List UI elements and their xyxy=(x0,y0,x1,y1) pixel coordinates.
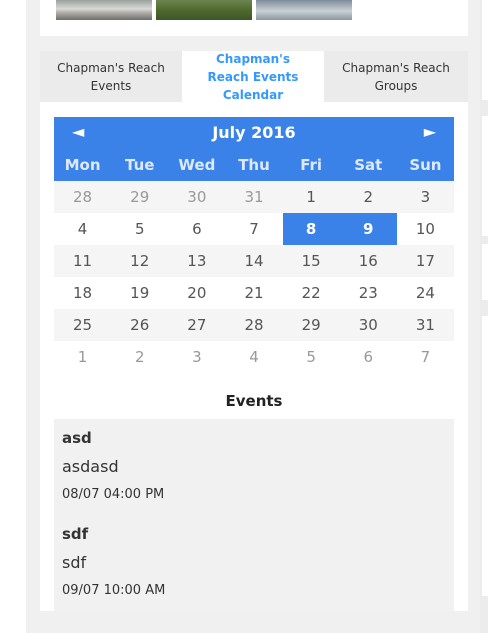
weekday-label: Sun xyxy=(409,156,442,174)
calendar-day[interactable]: 25 xyxy=(54,309,111,341)
calendar-day[interactable]: 22 xyxy=(283,277,340,309)
event-description: asdasd xyxy=(62,457,119,476)
calendar-day[interactable]: 11 xyxy=(54,245,111,277)
calendar-day[interactable]: 6 xyxy=(340,341,397,373)
calendar-day[interactable]: 15 xyxy=(283,245,340,277)
calendar-week-row: 18 19 20 21 22 23 24 xyxy=(54,277,454,309)
calendar-day[interactable]: 20 xyxy=(168,277,225,309)
events-list: asd asdasd 08/07 04:00 PM sdf sdf 09/07 … xyxy=(54,419,454,611)
calendar-day[interactable]: 3 xyxy=(168,341,225,373)
calendar-week-row: 11 12 13 14 15 16 17 xyxy=(54,245,454,277)
calendar-day[interactable]: 6 xyxy=(168,213,225,245)
calendar-day[interactable]: 12 xyxy=(111,245,168,277)
calendar-day[interactable]: 26 xyxy=(111,309,168,341)
calendar-day[interactable]: 3 xyxy=(397,181,454,213)
weekday-label: Thu xyxy=(238,156,270,174)
calendar-day[interactable]: 19 xyxy=(111,277,168,309)
calendar-day[interactable]: 21 xyxy=(225,277,282,309)
calendar-day[interactable]: 1 xyxy=(54,341,111,373)
gallery-thumbnail[interactable] xyxy=(256,0,352,20)
calendar-day-with-event[interactable]: 8 xyxy=(282,213,340,245)
calendar-day[interactable]: 14 xyxy=(225,245,282,277)
photo-gallery xyxy=(40,0,468,36)
left-sidebar-strip xyxy=(0,0,26,633)
events-heading: Events xyxy=(225,392,283,410)
event-name: asd xyxy=(62,429,92,447)
calendar-day[interactable]: 2 xyxy=(111,341,168,373)
gallery-thumbnail[interactable] xyxy=(56,0,152,20)
tab-events-calendar[interactable]: Chapman's Reach Events Calendar xyxy=(182,51,324,102)
calendar-day[interactable]: 28 xyxy=(54,181,111,213)
tab-bar: Chapman's Reach Events Chapman's Reach E… xyxy=(40,51,468,102)
events-panel: Chapman's Reach Events Chapman's Reach E… xyxy=(40,51,468,611)
calendar-day[interactable]: 28 xyxy=(225,309,282,341)
calendar-day[interactable]: 30 xyxy=(168,181,225,213)
calendar-week-row: 1234567 xyxy=(54,341,454,373)
weekday-label: Sat xyxy=(354,156,383,174)
event-name: sdf xyxy=(62,525,89,543)
calendar-day[interactable]: 2 xyxy=(340,181,397,213)
calendar-month-title: July 2016 xyxy=(212,123,296,142)
calendar-day[interactable]: 31 xyxy=(397,309,454,341)
calendar-day[interactable]: 7 xyxy=(397,341,454,373)
calendar-day[interactable]: 7 xyxy=(225,213,282,245)
gallery-thumbnail[interactable] xyxy=(156,0,252,20)
weekday-label: Fri xyxy=(300,156,323,174)
event-item[interactable]: asd asdasd 08/07 04:00 PM xyxy=(54,419,454,515)
calendar-day[interactable]: 29 xyxy=(111,181,168,213)
tab-groups[interactable]: Chapman's Reach Groups xyxy=(324,51,468,102)
calendar-day[interactable]: 27 xyxy=(168,309,225,341)
calendar-day[interactable]: 16 xyxy=(340,245,397,277)
calendar-day[interactable]: 4 xyxy=(225,341,282,373)
calendar-day[interactable]: 10 xyxy=(397,213,454,245)
tab-events[interactable]: Chapman's Reach Events xyxy=(40,51,182,102)
next-month-button[interactable]: ► xyxy=(424,117,436,149)
calendar-day[interactable]: 31 xyxy=(225,181,282,213)
calendar-day[interactable]: 18 xyxy=(54,277,111,309)
calendar-day[interactable]: 30 xyxy=(340,309,397,341)
calendar-day[interactable]: 29 xyxy=(283,309,340,341)
calendar-day[interactable]: 13 xyxy=(168,245,225,277)
right-sidebar-strip xyxy=(480,0,488,633)
calendar-day[interactable]: 1 xyxy=(283,181,340,213)
calendar-week-row: 4 5 6 7 8 9 10 xyxy=(54,213,454,245)
calendar-grid: 28 29 30 31 1 2 3 4 5 6 7 8 9 10 11 12 13 14 15 16 17 18 19 20 2… xyxy=(54,181,454,373)
calendar-day[interactable]: 4 xyxy=(54,213,111,245)
calendar-day[interactable]: 17 xyxy=(397,245,454,277)
weekday-label: Wed xyxy=(178,156,216,174)
event-time: 08/07 04:00 PM xyxy=(62,487,165,502)
calendar-week-row: 28 29 30 31 1 2 3 xyxy=(54,181,454,213)
calendar-day[interactable]: 5 xyxy=(283,341,340,373)
event-description: sdf xyxy=(62,553,87,572)
calendar-day-with-event[interactable]: 9 xyxy=(339,213,397,245)
calendar: ◄ July 2016 ► Mon Tue Wed Thu Fri Sat Su… xyxy=(54,117,454,373)
weekday-header: Mon Tue Wed Thu Fri Sat Sun xyxy=(54,149,454,181)
calendar-header: ◄ July 2016 ► xyxy=(54,117,454,149)
calendar-day[interactable]: 5 xyxy=(111,213,168,245)
event-time: 09/07 10:00 AM xyxy=(62,583,166,598)
calendar-week-row: 25 26 27 28 29 30 31 xyxy=(54,309,454,341)
calendar-day[interactable]: 23 xyxy=(340,277,397,309)
calendar-day[interactable]: 24 xyxy=(397,277,454,309)
weekday-label: Mon xyxy=(64,156,101,174)
weekday-label: Tue xyxy=(124,156,155,174)
event-item[interactable]: sdf sdf 09/07 10:00 AM xyxy=(54,515,454,611)
